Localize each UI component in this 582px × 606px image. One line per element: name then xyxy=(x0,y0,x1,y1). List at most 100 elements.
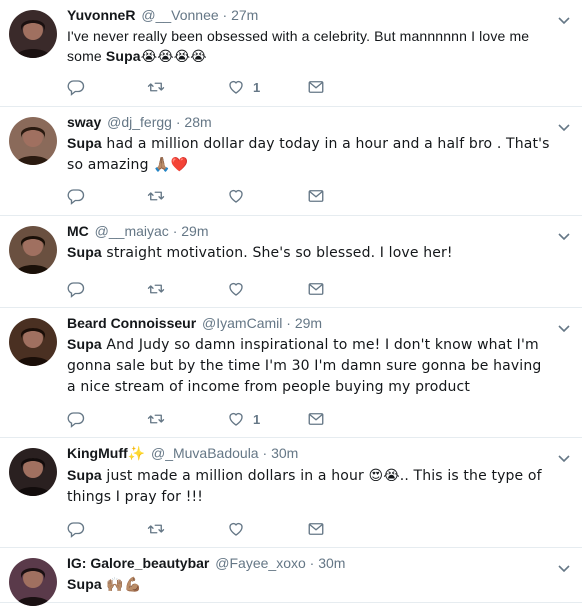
reply-button[interactable] xyxy=(67,280,85,298)
retweet-button[interactable] xyxy=(147,78,165,96)
timestamp[interactable]: 29m xyxy=(295,315,322,331)
timestamp[interactable]: 29m xyxy=(181,223,208,239)
reply-icon xyxy=(67,410,85,428)
envelope-icon xyxy=(307,187,325,205)
separator-dot: · xyxy=(222,7,228,23)
separator-dot: · xyxy=(172,223,178,239)
retweet-button[interactable] xyxy=(147,410,165,428)
chevron-down-icon[interactable] xyxy=(558,450,570,463)
envelope-icon xyxy=(307,410,325,428)
separator-dot: · xyxy=(175,114,181,130)
reply-icon xyxy=(67,280,85,298)
display-name[interactable]: Beard Connoisseur xyxy=(67,315,196,331)
timestamp[interactable]: 28m xyxy=(184,114,211,130)
retweet-icon xyxy=(147,280,165,298)
separator-dot: · xyxy=(309,555,315,571)
tweet-text: I've never really been obsessed with a c… xyxy=(67,26,552,67)
tweet-header: sway @dj_fergg · 28m xyxy=(67,113,552,131)
retweet-button[interactable] xyxy=(147,280,165,298)
avatar[interactable] xyxy=(9,117,57,165)
tweet-header: IG: Galore_beautybar @Fayee_xoxo · 30m xyxy=(67,554,552,572)
tweet[interactable]: sway @dj_fergg · 28m Supa had a million d… xyxy=(0,107,582,216)
envelope-icon xyxy=(307,280,325,298)
avatar[interactable] xyxy=(9,318,57,366)
heart-icon xyxy=(227,187,245,205)
chevron-down-icon[interactable] xyxy=(558,560,570,573)
display-name[interactable]: sway xyxy=(67,114,101,130)
avatar[interactable] xyxy=(9,10,57,58)
direct-message-button[interactable] xyxy=(307,410,325,428)
like-count: 1 xyxy=(253,79,261,95)
user-handle[interactable]: @__Vonnee xyxy=(141,7,218,23)
tweet-text: Supa And Judy so damn inspirational to m… xyxy=(67,334,552,397)
mention-link[interactable]: Supa xyxy=(67,244,102,260)
user-handle[interactable]: @dj_fergg xyxy=(107,114,172,130)
heart-icon xyxy=(227,520,245,538)
separator-dot: · xyxy=(262,445,268,461)
mention-link[interactable]: Supa xyxy=(106,48,141,64)
tweet-header: Beard Connoisseur @IyamCamil · 29m xyxy=(67,314,552,332)
tweet-text-after: straight motivation. She's so blessed. I… xyxy=(101,245,453,261)
envelope-icon xyxy=(307,520,325,538)
tweet-text-after: had a million dollar day today in a hour… xyxy=(67,136,550,173)
tweet[interactable]: IG: Galore_beautybar @Fayee_xoxo · 30m Su… xyxy=(0,548,582,606)
like-button[interactable]: 1 xyxy=(227,410,260,428)
direct-message-button[interactable] xyxy=(307,78,325,96)
user-handle[interactable]: @IyamCamil xyxy=(202,315,282,331)
tweet[interactable]: KingMuff✨ @_MuvaBadoula · 30m Supa just m… xyxy=(0,438,582,548)
tweet-header: YuvonneR @__Vonnee · 27m xyxy=(67,6,552,24)
avatar[interactable] xyxy=(9,226,57,274)
reply-button[interactable] xyxy=(67,520,85,538)
direct-message-button[interactable] xyxy=(307,520,325,538)
timestamp[interactable]: 27m xyxy=(231,7,258,23)
tweet-feed: YuvonneR @__Vonnee · 27m I've never reall… xyxy=(0,0,582,606)
retweet-button[interactable] xyxy=(147,520,165,538)
like-button[interactable] xyxy=(227,520,245,538)
tweet-text: Supa just made a million dollars in a ho… xyxy=(67,465,552,507)
retweet-icon xyxy=(147,410,165,428)
retweet-button[interactable] xyxy=(147,187,165,205)
sparkles-badge: ✨ xyxy=(127,446,146,462)
mention-link[interactable]: Supa xyxy=(67,135,102,151)
display-name[interactable]: YuvonneR xyxy=(67,7,135,23)
tweet-text-after: just made a million dollars in a hour 😍😭… xyxy=(67,468,542,505)
display-name[interactable]: MC xyxy=(67,223,89,239)
tweet[interactable]: MC @__maiyac · 29m Supa straight motivati… xyxy=(0,216,582,308)
mention-link[interactable]: Supa xyxy=(67,336,102,352)
tweet[interactable]: YuvonneR @__Vonnee · 27m I've never reall… xyxy=(0,0,582,107)
user-handle[interactable]: @_MuvaBadoula xyxy=(151,445,259,461)
reply-button[interactable] xyxy=(67,410,85,428)
chevron-down-icon[interactable] xyxy=(558,228,570,241)
timestamp[interactable]: 30m xyxy=(318,555,345,571)
reply-icon xyxy=(67,78,85,96)
display-name[interactable]: KingMuff xyxy=(67,445,128,461)
reply-icon xyxy=(67,187,85,205)
like-button[interactable]: 1 xyxy=(227,78,260,96)
display-name[interactable]: IG: Galore_beautybar xyxy=(67,555,209,571)
like-count: 1 xyxy=(253,411,261,427)
like-button[interactable] xyxy=(227,280,245,298)
mention-link[interactable]: Supa xyxy=(67,576,102,592)
direct-message-button[interactable] xyxy=(307,187,325,205)
direct-message-button[interactable] xyxy=(307,280,325,298)
avatar[interactable] xyxy=(9,558,57,606)
tweet-text-after: 🙌🏽💪🏽 xyxy=(101,577,142,593)
timestamp[interactable]: 30m xyxy=(271,445,298,461)
like-button[interactable] xyxy=(227,187,245,205)
user-handle[interactable]: @__maiyac xyxy=(95,223,169,239)
reply-button[interactable] xyxy=(67,187,85,205)
reply-icon xyxy=(67,520,85,538)
heart-icon xyxy=(227,78,245,96)
tweet[interactable]: Beard Connoisseur @IyamCamil · 29m Supa A… xyxy=(0,308,582,438)
reply-button[interactable] xyxy=(67,78,85,96)
user-handle[interactable]: @Fayee_xoxo xyxy=(215,555,305,571)
tweet-header: KingMuff✨ @_MuvaBadoula · 30m xyxy=(67,444,552,463)
mention-link[interactable]: Supa xyxy=(67,467,102,483)
chevron-down-icon[interactable] xyxy=(558,320,570,333)
avatar[interactable] xyxy=(9,448,57,496)
separator-dot: · xyxy=(286,315,291,331)
chevron-down-icon[interactable] xyxy=(558,12,570,25)
chevron-down-icon[interactable] xyxy=(558,119,570,132)
tweet-text-after: And Judy so damn inspirational to me! I … xyxy=(67,337,542,395)
tweet-text-after: 😭😭😭😭 xyxy=(140,49,207,65)
